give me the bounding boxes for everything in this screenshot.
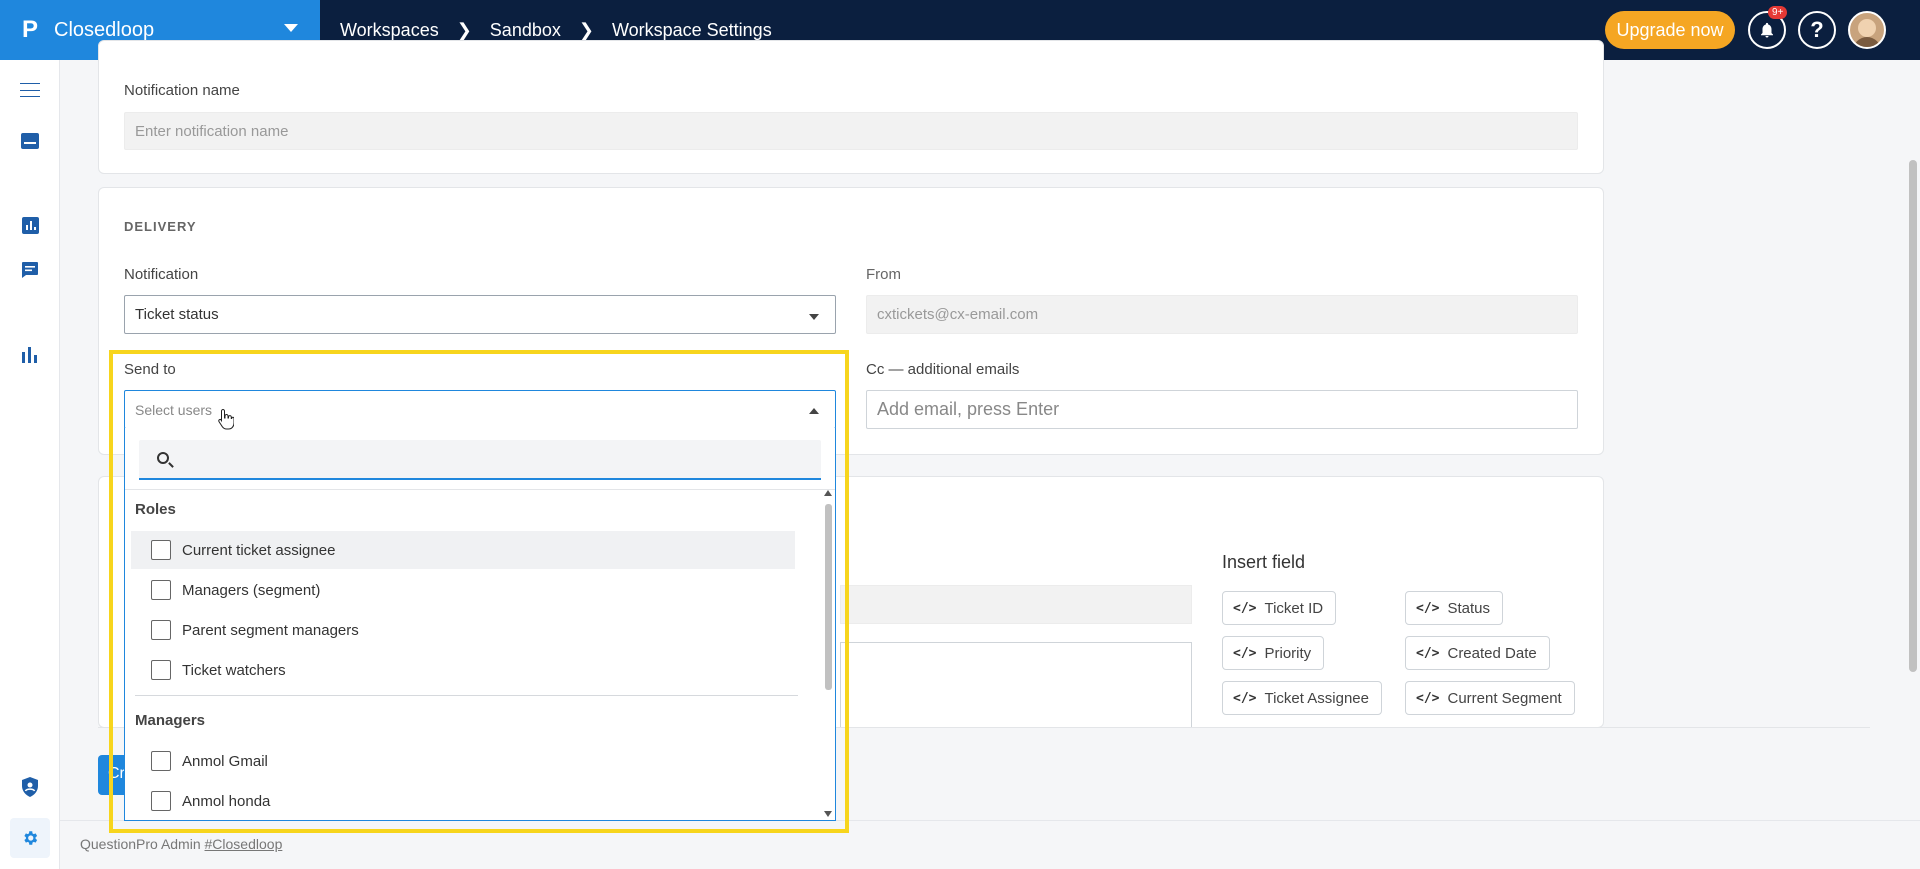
checkbox[interactable] bbox=[151, 580, 171, 600]
brand-name: Closedloop bbox=[54, 18, 155, 41]
notification-type-select[interactable]: Ticket status bbox=[124, 295, 836, 334]
delivery-section-label: DELIVERY bbox=[124, 219, 197, 234]
notification-type-value: Ticket status bbox=[135, 306, 219, 323]
cc-label: Cc — additional emails bbox=[866, 361, 1020, 378]
breadcrumb-workspaces[interactable]: Workspaces bbox=[340, 20, 439, 41]
insert-field-status[interactable]: </> Status bbox=[1405, 591, 1504, 625]
caret-up-icon bbox=[809, 408, 819, 414]
breadcrumb-workspace-settings: Workspace Settings bbox=[611, 19, 772, 40]
left-sidebar bbox=[0, 60, 60, 869]
chat-icon[interactable] bbox=[20, 260, 40, 280]
brand-logo-icon: P bbox=[22, 16, 39, 43]
chevron-right-icon: ❯ bbox=[578, 19, 594, 40]
code-icon: </> bbox=[1233, 645, 1257, 661]
checkbox[interactable] bbox=[151, 660, 171, 680]
code-icon: </> bbox=[1416, 645, 1440, 661]
notification-count-badge: 9+ bbox=[1768, 6, 1788, 19]
scroll-up-arrow-icon[interactable] bbox=[824, 490, 832, 496]
shield-icon[interactable] bbox=[20, 777, 40, 797]
from-email-field: cxtickets@cx-email.com bbox=[866, 295, 1578, 334]
footer-prefix: QuestionPro Admin bbox=[80, 836, 201, 852]
code-icon: </> bbox=[1416, 600, 1440, 616]
scroll-down-arrow-icon[interactable] bbox=[824, 811, 832, 817]
send-to-dropdown: Roles Current ticket assignee Managers (… bbox=[124, 428, 836, 821]
bar-chart-icon[interactable] bbox=[20, 345, 40, 365]
caret-down-icon bbox=[809, 314, 819, 320]
insert-field-current-segment[interactable]: </> Current Segment bbox=[1405, 681, 1575, 715]
checkbox[interactable] bbox=[151, 620, 171, 640]
checkbox[interactable] bbox=[151, 540, 171, 560]
checkbox[interactable] bbox=[151, 751, 171, 771]
menu-icon[interactable] bbox=[20, 80, 40, 100]
insert-field-ticket-assignee[interactable]: </> Ticket Assignee bbox=[1222, 681, 1382, 715]
group-roles-label: Roles bbox=[135, 501, 176, 518]
code-icon: </> bbox=[1416, 690, 1440, 706]
code-icon: </> bbox=[1233, 690, 1257, 706]
notification-name-card bbox=[98, 40, 1604, 174]
breadcrumb-sandbox[interactable]: Sandbox bbox=[490, 20, 561, 41]
hand-cursor-icon bbox=[218, 408, 235, 435]
dropdown-scrollbar[interactable] bbox=[825, 504, 832, 690]
option-parent-segment-managers[interactable]: Parent segment managers bbox=[131, 611, 795, 649]
code-icon: </> bbox=[1233, 600, 1257, 616]
analytics-icon[interactable] bbox=[20, 215, 40, 235]
message-body-editor[interactable] bbox=[840, 642, 1192, 728]
notification-name-input[interactable]: Enter notification name bbox=[124, 112, 1578, 150]
option-current-ticket-assignee[interactable]: Current ticket assignee bbox=[131, 531, 795, 569]
checkbox[interactable] bbox=[151, 791, 171, 811]
send-to-label: Send to bbox=[124, 361, 176, 378]
insert-field-title: Insert field bbox=[1222, 552, 1306, 572]
option-anmol-honda[interactable]: Anmol honda bbox=[131, 782, 795, 820]
notification-type-label: Notification bbox=[124, 266, 199, 283]
inbox-icon[interactable] bbox=[20, 131, 40, 151]
page-scrollbar[interactable] bbox=[1909, 160, 1917, 672]
chevron-right-icon: ❯ bbox=[456, 19, 472, 40]
insert-field-created-date[interactable]: </> Created Date bbox=[1405, 636, 1550, 670]
footer-text: QuestionPro Admin #Closedloop bbox=[80, 836, 282, 852]
search-icon bbox=[157, 452, 169, 464]
notification-name-label: Notification name bbox=[124, 82, 240, 99]
footer-bar bbox=[60, 820, 1920, 869]
from-label: From bbox=[866, 266, 901, 283]
insert-field-ticket-id[interactable]: </> Ticket ID bbox=[1222, 591, 1337, 625]
insert-field-priority[interactable]: </> Priority bbox=[1222, 636, 1325, 670]
option-ticket-watchers[interactable]: Ticket watchers bbox=[131, 651, 795, 689]
subject-input[interactable] bbox=[840, 585, 1192, 624]
footer-closedloop-link[interactable]: #Closedloop bbox=[205, 836, 283, 852]
user-avatar[interactable] bbox=[1848, 11, 1886, 49]
group-managers-label: Managers bbox=[135, 712, 206, 729]
dropdown-search-input[interactable] bbox=[139, 440, 821, 480]
cc-email-input[interactable]: Add email, press Enter bbox=[866, 390, 1578, 429]
upgrade-now-button[interactable]: Upgrade now bbox=[1605, 11, 1735, 49]
send-to-placeholder: Select users bbox=[135, 401, 213, 418]
help-icon[interactable]: ? bbox=[1798, 11, 1836, 49]
option-anmol-gmail[interactable]: Anmol Gmail bbox=[131, 742, 795, 780]
gear-icon[interactable] bbox=[20, 828, 40, 848]
chevron-down-icon bbox=[284, 24, 298, 32]
option-managers-segment[interactable]: Managers (segment) bbox=[131, 571, 795, 609]
